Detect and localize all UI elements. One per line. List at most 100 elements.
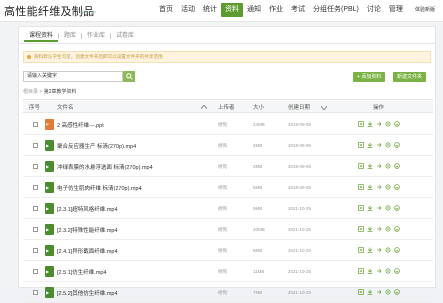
nav-item[interactable]: 作业 <box>265 3 287 17</box>
share-icon[interactable] <box>385 205 391 211</box>
new-folder-button[interactable]: 新建文件夹 <box>393 72 427 82</box>
course-subtitle[interactable]: 课程门户 <box>80 10 96 16</box>
share-icon[interactable] <box>385 184 391 190</box>
file-name[interactable]: 聚合反应器生产 标清(270p).mp4 <box>57 142 136 150</box>
share-icon[interactable] <box>385 163 391 169</box>
move-icon[interactable] <box>376 142 382 148</box>
preview-icon[interactable] <box>358 142 364 148</box>
nav-item[interactable]: 管理 <box>385 3 407 17</box>
col-created[interactable]: 创建日期 <box>288 103 310 111</box>
more-icon[interactable] <box>394 184 400 190</box>
table-row[interactable]: ▶ [2.5.2]其他仿生纤维.mp4 杨恂 7MB 2021-10-25 <box>23 282 433 303</box>
download-icon[interactable] <box>367 184 373 190</box>
share-icon[interactable] <box>385 268 391 274</box>
row-checkbox[interactable] <box>33 206 38 211</box>
table-row[interactable]: ▶ 电子仿生肌肉纤维 标清(270p).mp4 杨恂 5MB 2019-09-05 <box>23 177 433 198</box>
breadcrumb-root[interactable]: 根目录 <box>23 89 38 95</box>
table-row[interactable]: ▶ 聚合反应器生产 标清(270p).mp4 杨恂 4MB 2019-09-05 <box>23 135 433 156</box>
file-name[interactable]: 电子仿生肌肉纤维 标清(270p).mp4 <box>57 184 142 192</box>
add-resource-button[interactable]: + 添加资料 <box>353 72 386 82</box>
nav-item[interactable]: 活动 <box>177 3 199 17</box>
download-icon[interactable] <box>367 247 373 253</box>
move-icon[interactable] <box>376 184 382 190</box>
move-icon[interactable] <box>376 121 382 127</box>
download-icon[interactable] <box>367 268 373 274</box>
file-name[interactable]: [2.3.1]超特风格纤维.mp4 <box>57 205 118 213</box>
table-row[interactable]: ▶ [2.5.1]仿生纤维.mp4 杨恂 11MB 2021-10-25 <box>23 261 433 282</box>
row-actions <box>358 121 400 127</box>
col-size[interactable]: 大小 <box>253 103 264 111</box>
nav-item[interactable]: 考试 <box>287 3 309 17</box>
file-name[interactable]: [2.5.2]其他仿生纤维.mp4 <box>57 289 118 297</box>
table-row[interactable]: ▶ [2.4.1]异形截面纤维.mp4 杨恂 8MB 2021-10-25 <box>23 240 433 261</box>
preview-icon[interactable] <box>358 268 364 274</box>
file-name[interactable]: [2.5.1]仿生纤维.mp4 <box>57 268 107 276</box>
preview-icon[interactable] <box>358 205 364 211</box>
row-checkbox[interactable] <box>33 269 38 274</box>
share-icon[interactable] <box>385 226 391 232</box>
tab[interactable]: 作业库 <box>82 30 110 42</box>
move-icon[interactable] <box>376 247 382 253</box>
preview-icon[interactable] <box>358 184 364 190</box>
share-icon[interactable] <box>385 247 391 253</box>
more-icon[interactable] <box>394 121 400 127</box>
more-icon[interactable] <box>394 163 400 169</box>
tab[interactable]: 试卷库 <box>111 30 139 42</box>
move-icon[interactable] <box>376 226 382 232</box>
move-icon[interactable] <box>376 163 382 169</box>
file-name[interactable]: 冲绿表膜的水悬浮选面 标清(270p).mp4 <box>57 163 153 171</box>
more-icon[interactable] <box>394 205 400 211</box>
file-name[interactable]: [2.4.1]异形截面纤维.mp4 <box>57 247 118 255</box>
col-name[interactable]: 文件名 <box>57 103 74 111</box>
preview-icon[interactable] <box>358 163 364 169</box>
row-checkbox[interactable] <box>33 248 38 253</box>
search-button[interactable] <box>123 71 135 82</box>
file-name[interactable]: [2.3.2]特殊性能纤维.mp4 <box>57 226 118 234</box>
more-icon[interactable] <box>394 226 400 232</box>
row-checkbox[interactable] <box>33 143 38 148</box>
more-icon[interactable] <box>394 289 400 295</box>
share-icon[interactable] <box>385 121 391 127</box>
nav-item[interactable]: 分组任务(PBL) <box>309 3 363 17</box>
preview-icon[interactable] <box>358 289 364 295</box>
row-checkbox[interactable] <box>33 122 38 127</box>
table-row[interactable]: ▶ 冲绿表膜的水悬浮选面 标清(270p).mp4 杨恂 2MB 2019-09-05 <box>23 156 433 177</box>
download-icon[interactable] <box>367 121 373 127</box>
download-icon[interactable] <box>367 205 373 211</box>
nav-item[interactable]: 资料 <box>221 3 243 17</box>
share-icon[interactable] <box>385 142 391 148</box>
row-checkbox[interactable] <box>33 164 38 169</box>
tab[interactable]: 题库 <box>59 30 81 42</box>
preview-icon[interactable] <box>358 247 364 253</box>
download-icon[interactable] <box>367 289 373 295</box>
move-icon[interactable] <box>376 205 382 211</box>
nav-item[interactable]: 统计 <box>199 3 221 17</box>
nav-item[interactable]: 讨论 <box>363 3 385 17</box>
col-ops: 操作 <box>373 105 385 111</box>
download-icon[interactable] <box>367 142 373 148</box>
move-icon[interactable] <box>376 289 382 295</box>
move-icon[interactable] <box>376 268 382 274</box>
row-checkbox[interactable] <box>33 227 38 232</box>
preview-icon[interactable] <box>358 226 364 232</box>
tab[interactable]: 课程资料 <box>24 30 59 42</box>
table-row[interactable]: ▶ [2.3.1]超特风格纤维.mp4 杨恂 9MB 2021-10-25 <box>23 198 433 219</box>
row-checkbox[interactable] <box>33 185 38 190</box>
table-row[interactable]: P2 高感性纤维---.ppt 杨恂 24MB 2019-09-05 <box>23 114 433 135</box>
nav-item[interactable]: 首页 <box>155 3 177 17</box>
download-icon[interactable] <box>367 226 373 232</box>
search-input[interactable]: 请输入关键字 <box>23 71 123 82</box>
more-icon[interactable] <box>394 247 400 253</box>
sort-up-icon[interactable] <box>201 105 207 109</box>
more-icon[interactable] <box>394 142 400 148</box>
table-row[interactable]: ▶ [2.3.2]特殊性能纤维.mp4 杨恂 20MB 2021-10-25 <box>23 219 433 240</box>
share-icon[interactable] <box>385 289 391 295</box>
sort-down-icon[interactable] <box>321 106 327 110</box>
download-icon[interactable] <box>367 163 373 169</box>
experience-new-version-link[interactable]: 体验新版 <box>415 6 435 13</box>
nav-item[interactable]: 通知 <box>243 3 265 17</box>
more-icon[interactable] <box>394 268 400 274</box>
file-name[interactable]: 2 高感性纤维---.ppt <box>57 121 104 129</box>
row-checkbox[interactable] <box>33 290 38 295</box>
preview-icon[interactable] <box>358 121 364 127</box>
